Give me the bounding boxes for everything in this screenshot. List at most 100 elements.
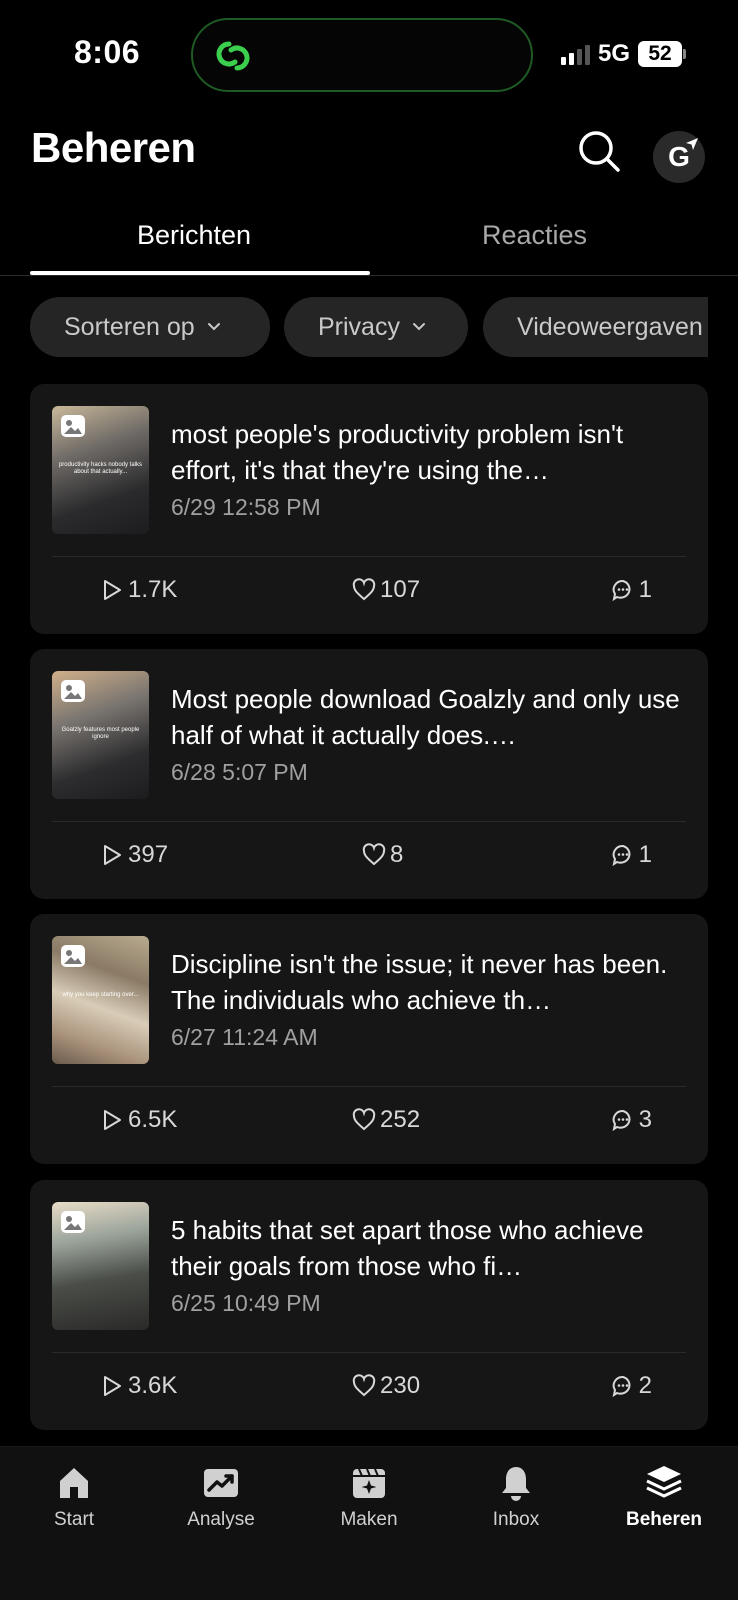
likes-stat: 252 bbox=[352, 1106, 420, 1134]
comments-count: 3 bbox=[638, 1106, 652, 1133]
post-card[interactable]: productivity hacks nobody talks about th… bbox=[30, 384, 708, 634]
home-icon bbox=[60, 1468, 88, 1498]
views-count: 397 bbox=[128, 841, 169, 868]
likes-stat: 230 bbox=[352, 1372, 420, 1400]
heart-icon bbox=[362, 843, 386, 866]
privacy-filter-chip[interactable]: Privacy bbox=[284, 297, 468, 357]
nav-item-inbox[interactable]: Inbox bbox=[456, 1459, 576, 1531]
nav-item-start[interactable]: Start bbox=[14, 1459, 134, 1531]
heart-icon bbox=[352, 1374, 376, 1397]
image-icon bbox=[61, 945, 85, 967]
nav-item-beheren[interactable]: Beheren bbox=[604, 1459, 724, 1531]
dynamic-island[interactable] bbox=[191, 18, 533, 92]
post-title: Most people download Goalzly and only us… bbox=[171, 684, 680, 750]
comments-count: 1 bbox=[638, 576, 652, 603]
network-type: 5G bbox=[597, 40, 630, 67]
image-icon bbox=[61, 415, 85, 437]
page-title: Beheren bbox=[31, 124, 196, 171]
post-date: 6/27 11:24 AM bbox=[171, 1024, 318, 1050]
post-card[interactable]: Goalzly features most people ignore Most… bbox=[30, 649, 708, 899]
post-thumbnail[interactable] bbox=[52, 1202, 149, 1330]
comment-icon bbox=[612, 1375, 631, 1398]
layers-icon bbox=[646, 1466, 682, 1498]
thumbnail-caption: Goalzly features most people ignore bbox=[61, 727, 140, 740]
play-icon bbox=[104, 845, 121, 865]
likes-count: 252 bbox=[380, 1106, 421, 1133]
battery-icon: 52 bbox=[638, 41, 686, 67]
status-time: 8:06 bbox=[74, 34, 141, 70]
post-thumbnail[interactable]: productivity hacks nobody talks about th… bbox=[52, 406, 149, 534]
comment-icon bbox=[612, 844, 631, 867]
send-icon bbox=[686, 138, 698, 150]
heart-icon bbox=[352, 578, 376, 601]
post-title: Discipline isn't the issue; it never has… bbox=[171, 949, 668, 1015]
likes-stat: 107 bbox=[352, 576, 420, 604]
nav-item-analyse[interactable]: Analyse bbox=[161, 1459, 281, 1531]
bell-icon bbox=[502, 1467, 530, 1501]
views-count: 3.6K bbox=[128, 1372, 178, 1399]
post-title: 5 habits that set apart those who achiev… bbox=[171, 1215, 644, 1281]
image-icon bbox=[61, 680, 85, 702]
likes-stat: 8 bbox=[362, 841, 403, 869]
likes-count: 230 bbox=[380, 1372, 421, 1399]
chevron-down-icon bbox=[412, 323, 425, 331]
status-bar: 8:06 5G 52 bbox=[0, 0, 738, 100]
post-thumbnail[interactable]: Goalzly features most people ignore bbox=[52, 671, 149, 799]
views-stat: 3.6K bbox=[100, 1372, 177, 1400]
thumbnail-caption: productivity hacks nobody talks about th… bbox=[58, 462, 143, 475]
play-icon bbox=[104, 580, 121, 600]
post-card[interactable]: why you keep starting over... Discipline… bbox=[30, 914, 708, 1164]
link-icon bbox=[216, 41, 250, 71]
comment-icon bbox=[612, 579, 631, 602]
chip-label: Videoweergaven bbox=[517, 312, 703, 341]
search-icon[interactable] bbox=[576, 128, 622, 174]
avatar[interactable]: G bbox=[653, 131, 705, 183]
status-indicators: 5G 52 bbox=[560, 40, 686, 68]
sort-filter-chip[interactable]: Sorteren op bbox=[30, 297, 270, 357]
chevron-down-icon bbox=[207, 323, 220, 331]
tab-berichten[interactable]: Berichten bbox=[137, 220, 251, 251]
views-count: 6.5K bbox=[128, 1106, 178, 1133]
comments-stat: 3 bbox=[611, 1106, 652, 1134]
card-divider bbox=[52, 1086, 686, 1087]
likes-count: 107 bbox=[380, 576, 421, 603]
filter-bar: Sorteren op Privacy Videoweergaven bbox=[30, 297, 708, 359]
views-filter-chip[interactable]: Videoweergaven bbox=[483, 297, 708, 357]
nav-label: Maken bbox=[340, 1509, 398, 1530]
post-thumbnail[interactable]: why you keep starting over... bbox=[52, 936, 149, 1064]
card-divider bbox=[52, 821, 686, 822]
comments-count: 2 bbox=[638, 1372, 652, 1399]
comments-stat: 1 bbox=[611, 576, 652, 604]
nav-label: Analyse bbox=[187, 1509, 255, 1530]
post-date: 6/28 5:07 PM bbox=[171, 759, 308, 785]
views-stat: 6.5K bbox=[100, 1106, 177, 1134]
image-icon bbox=[61, 1211, 85, 1233]
tab-indicator bbox=[30, 271, 370, 275]
likes-count: 8 bbox=[390, 841, 404, 868]
nav-label: Start bbox=[53, 1509, 95, 1530]
comment-icon bbox=[612, 1109, 631, 1132]
play-icon bbox=[104, 1110, 121, 1130]
tab-reacties[interactable]: Reacties bbox=[482, 220, 587, 251]
chip-label: Privacy bbox=[318, 312, 400, 341]
bottom-nav: Start Analyse Maken Inbox Beheren bbox=[0, 1446, 738, 1600]
create-icon bbox=[353, 1468, 385, 1498]
post-card[interactable]: 5 habits that set apart those who achiev… bbox=[30, 1180, 708, 1430]
battery-level: 52 bbox=[638, 41, 682, 67]
comments-count: 1 bbox=[638, 841, 652, 868]
post-date: 6/29 12:58 PM bbox=[171, 494, 321, 520]
card-divider bbox=[52, 1352, 686, 1353]
nav-label: Beheren bbox=[625, 1509, 703, 1530]
views-stat: 397 bbox=[100, 841, 168, 869]
comments-stat: 1 bbox=[611, 841, 652, 869]
heart-icon bbox=[352, 1108, 376, 1131]
card-divider bbox=[52, 556, 686, 557]
tab-bar: Berichten Reacties bbox=[0, 210, 738, 276]
nav-item-maken[interactable]: Maken bbox=[309, 1459, 429, 1531]
thumbnail-caption: why you keep starting over... bbox=[62, 992, 139, 998]
chip-label: Sorteren op bbox=[64, 312, 195, 341]
views-count: 1.7K bbox=[128, 576, 178, 603]
views-stat: 1.7K bbox=[100, 576, 177, 604]
chart-icon bbox=[204, 1469, 238, 1497]
post-date: 6/25 10:49 PM bbox=[171, 1290, 321, 1316]
